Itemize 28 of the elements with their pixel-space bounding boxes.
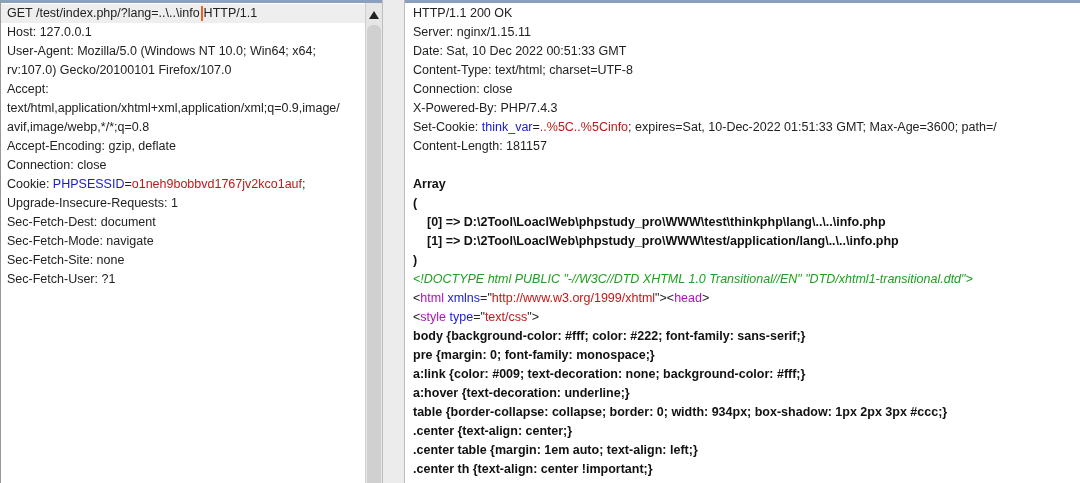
- response-line: .center {text-align: center;}: [413, 423, 574, 440]
- response-line: Server: nginx/1.15.11: [413, 24, 532, 41]
- scroll-up-icon[interactable]: [369, 11, 379, 19]
- response-line: (: [413, 195, 419, 212]
- response-line: <html xmlns="http://www.w3.org/1999/xhtml"><head>: [413, 290, 711, 307]
- response-line: .center table {margin: 1em auto; text-align: left;}: [413, 442, 699, 459]
- response-line: Array: [413, 176, 447, 193]
- scrollbar-thumb[interactable]: [367, 25, 381, 483]
- response-line: Set-Cookie: think_var=..%5C..%5Cinfo; expires=Sat, 10-Dec-2022 01:51:33 GMT; Max-Age=3600; path=/: [413, 119, 998, 136]
- response-line: [0] => D:\2Tool\LoaclWeb\phpstudy_pro\WWW\test\thinkphp\lang\..\..\info.php: [426, 214, 887, 231]
- response-line: X-Powered-By: PHP/7.4.3: [413, 100, 559, 117]
- response-line: Date: Sat, 10 Dec 2022 00:51:33 GMT: [413, 43, 628, 60]
- response-line: Content-Type: text/html; charset=UTF-8: [413, 62, 634, 79]
- response-line: HTTP/1.1 200 OK: [413, 5, 514, 22]
- response-line: a:link {color: #009; text-decoration: none; background-color: #fff;}: [413, 366, 807, 383]
- response-line: a:hover {text-decoration: underline;}: [413, 385, 631, 402]
- response-line: pre {margin: 0; font-family: monospace;}: [413, 347, 656, 364]
- response-line: <!DOCTYPE html PUBLIC "-//W3C//DTD XHTML 1.0 Transitional//EN" "DTD/xhtml1-transitional.dtd">: [413, 271, 974, 288]
- scrollbar[interactable]: [365, 3, 382, 483]
- response-line: ): [413, 252, 419, 269]
- response-line: .center th {text-align: center !important;}: [413, 461, 654, 478]
- response-line: table {border-collapse: collapse; border: 0; width: 934px; box-shadow: 1px 2px 3px #ccc;}: [413, 404, 949, 421]
- response-line: <style type="text/css">: [413, 309, 540, 326]
- response-line: Connection: close: [413, 81, 514, 98]
- response-line: Content-Length: 181157: [413, 138, 548, 155]
- text-cursor: [200, 6, 203, 22]
- response-line: body {background-color: #fff; color: #222; font-family: sans-serif;}: [413, 328, 807, 345]
- response-line: [1] => D:\2Tool\LoaclWeb\phpstudy_pro\WWW\test/application/lang\..\..\info.php: [426, 233, 900, 250]
